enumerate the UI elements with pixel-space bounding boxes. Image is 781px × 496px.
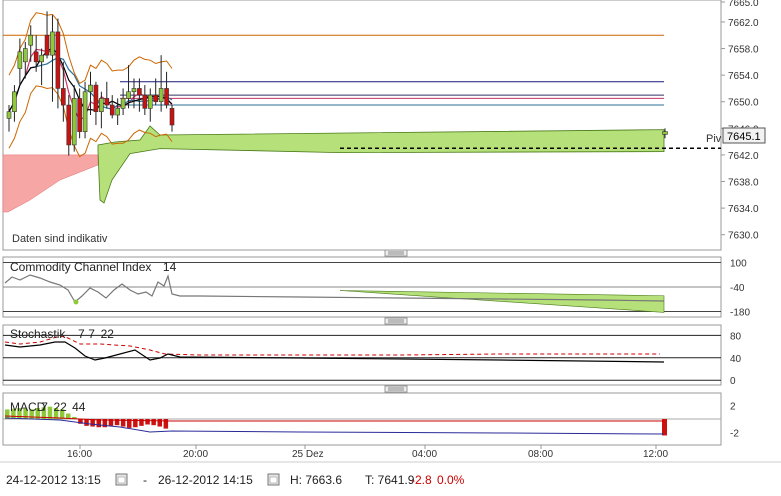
y-tick-label: 7634.0 bbox=[728, 204, 759, 215]
calendar-to-icon[interactable] bbox=[267, 473, 280, 486]
candle-body bbox=[93, 84, 99, 113]
y-tick-label: 7638.0 bbox=[728, 178, 759, 189]
candle-body bbox=[169, 108, 175, 126]
macd-bar bbox=[145, 419, 150, 425]
y-tick-label: -40 bbox=[730, 283, 745, 294]
legend-item: 7 bbox=[78, 327, 85, 341]
legend-item: Stochastik bbox=[10, 327, 66, 341]
y-tick-label: 40 bbox=[730, 354, 742, 365]
panel-resize-handle[interactable] bbox=[384, 249, 408, 257]
candle-body bbox=[109, 104, 115, 116]
candle-body bbox=[50, 31, 55, 56]
macd-y-axis: 2 -2 bbox=[730, 401, 739, 439]
y-tick-label: 7658.0 bbox=[728, 45, 759, 56]
candle-body bbox=[662, 131, 668, 135]
y-tick-label: 0 bbox=[730, 376, 736, 387]
y-tick-label: 80 bbox=[730, 331, 742, 342]
main-note: Daten sind indikativ bbox=[12, 233, 108, 245]
price-panel bbox=[2, 0, 722, 251]
candle-body bbox=[147, 94, 153, 109]
y-tick-label: 7662.0 bbox=[728, 18, 759, 29]
candle-body bbox=[71, 98, 77, 146]
macd-bar bbox=[157, 419, 162, 427]
panel-resize-handle[interactable] bbox=[384, 385, 408, 393]
footer-change-pct: 0.0% bbox=[437, 473, 465, 487]
y-tick-label: -2 bbox=[730, 429, 739, 440]
footer-to-date[interactable]: 26-12-2012 14:15 bbox=[158, 473, 253, 487]
candle-body bbox=[131, 88, 137, 93]
panel-resize-handle[interactable] bbox=[384, 317, 408, 325]
candle-body bbox=[104, 98, 110, 106]
stochastik-y-axis: 80 40 0 bbox=[730, 331, 742, 387]
candle-body bbox=[22, 48, 28, 63]
footer-high: H: 7663.6 bbox=[290, 473, 342, 487]
footer-from-date[interactable]: 24-12-2012 13:15 bbox=[6, 473, 101, 487]
macd-title: MACD7 22 44 bbox=[10, 400, 86, 414]
candle-body bbox=[28, 34, 34, 46]
candle-body bbox=[164, 88, 169, 106]
candle-body bbox=[17, 51, 23, 69]
x-tick-label: 25 Dez bbox=[292, 449, 324, 460]
footer-dash: - bbox=[143, 473, 147, 487]
legend-item: 44 bbox=[72, 400, 86, 414]
last-price-label: 7645.1 bbox=[727, 131, 761, 143]
candle-body bbox=[33, 51, 39, 63]
candle-body bbox=[66, 104, 72, 146]
candle-body bbox=[6, 111, 12, 119]
price-y-axis: 7630.07634.07638.07642.07646.07650.07654… bbox=[721, 0, 759, 242]
candle-body bbox=[44, 34, 50, 56]
footer-low: T: 7641.9 bbox=[365, 473, 415, 487]
legend-item: 7 bbox=[41, 400, 48, 414]
y-tick-label: 7630.0 bbox=[728, 231, 759, 242]
candle-body bbox=[55, 31, 61, 89]
candle-body bbox=[61, 88, 66, 106]
legend-item: 14 bbox=[163, 260, 177, 274]
x-tick-label: 04:00 bbox=[412, 449, 437, 460]
last-price-box: 7645.1 bbox=[722, 127, 766, 144]
candle-body bbox=[82, 91, 88, 132]
chart-root: Bollinger Band202.00Pivot PunktTäglichEM… bbox=[0, 0, 781, 487]
y-tick-label: 2 bbox=[730, 401, 736, 412]
cci-y-axis: 100 -40 -180 bbox=[730, 259, 750, 319]
y-tick-label: 100 bbox=[730, 259, 747, 270]
legend-item: 7 bbox=[88, 327, 95, 341]
x-tick-label: 16:00 bbox=[67, 449, 92, 460]
candle-body bbox=[158, 88, 164, 103]
candle-body bbox=[99, 98, 104, 113]
pivot-label: Piv bbox=[706, 133, 722, 145]
macd-bar bbox=[139, 419, 144, 426]
macd-bar bbox=[84, 419, 89, 426]
x-tick-label: 12:00 bbox=[643, 449, 668, 460]
candle-body bbox=[153, 94, 158, 103]
x-axis: 16:00 20:00 25 Dez 04:00 08:00 12:00 bbox=[67, 445, 668, 460]
candle-body bbox=[126, 91, 131, 99]
candle-body bbox=[77, 98, 82, 132]
y-tick-label: 7665.0 bbox=[728, 0, 759, 9]
legend-item: 22 bbox=[101, 327, 115, 341]
footer: 24-12-2012 13:15 - 26-12-2012 14:15 H: 7… bbox=[0, 461, 781, 487]
cci-marker bbox=[73, 299, 79, 305]
legend-item: 22 bbox=[54, 400, 68, 414]
candle-body bbox=[115, 108, 120, 116]
y-tick-label: 7650.0 bbox=[728, 98, 759, 109]
y-tick-label: 7642.0 bbox=[728, 151, 759, 162]
y-tick-label: -180 bbox=[730, 308, 750, 319]
candle-body bbox=[39, 54, 44, 63]
candle-body bbox=[137, 88, 142, 96]
candle-body bbox=[120, 98, 126, 109]
calendar-from-icon[interactable] bbox=[115, 473, 128, 486]
x-tick-label: 20:00 bbox=[183, 449, 208, 460]
macd-bar bbox=[151, 419, 156, 426]
x-tick-label: 08:00 bbox=[528, 449, 553, 460]
candle-body bbox=[12, 91, 17, 113]
candle-body bbox=[88, 84, 93, 93]
candle-body bbox=[142, 94, 148, 109]
legend-item: Commodity Channel Index bbox=[10, 260, 151, 274]
y-tick-label: 7654.0 bbox=[728, 71, 759, 82]
footer-change: -2.8 bbox=[411, 473, 432, 487]
